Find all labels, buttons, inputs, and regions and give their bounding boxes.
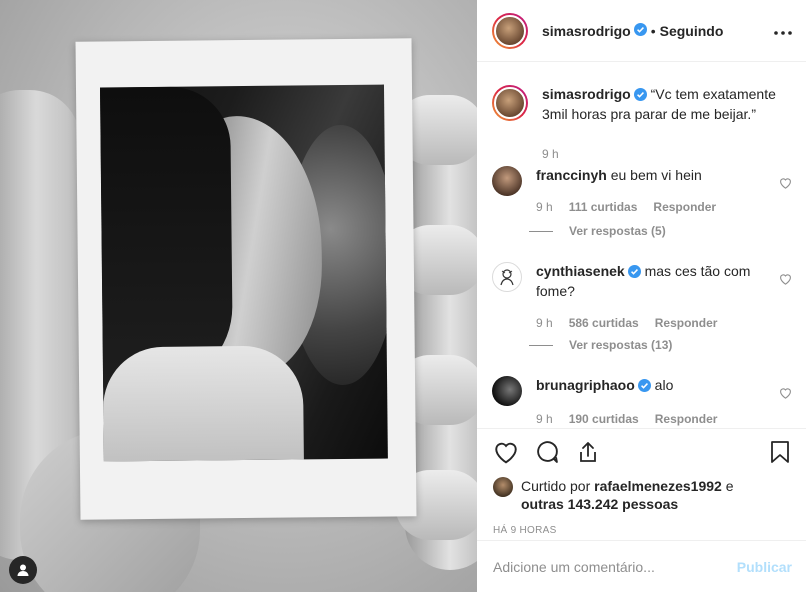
author-username[interactable]: simasrodrigo bbox=[542, 23, 631, 39]
view-replies-label: Ver respostas (13) bbox=[569, 338, 673, 352]
likes-conjunction: e bbox=[725, 478, 734, 494]
reply-button[interactable]: Responder bbox=[653, 198, 716, 216]
comment-likes[interactable]: 190 curtidas bbox=[569, 410, 639, 428]
publish-button[interactable]: Publicar bbox=[737, 559, 792, 575]
comment-time[interactable]: 9 h bbox=[536, 198, 553, 216]
comment-username[interactable]: cynthiasenek bbox=[536, 263, 625, 279]
comment-avatar[interactable] bbox=[492, 166, 522, 196]
comment-item: cynthiasenek mas ces tão com fome? 9 h 5… bbox=[492, 262, 792, 332]
like-heart-icon[interactable] bbox=[493, 440, 519, 467]
comment-username[interactable]: brunagriphaoo bbox=[536, 377, 635, 393]
comment-text: eu bem vi hein bbox=[610, 167, 702, 183]
more-options-icon[interactable] bbox=[774, 22, 792, 40]
comment-item: brunagriphaoo alo 9 h 190 curtidas Respo… bbox=[492, 376, 792, 428]
comment-input[interactable] bbox=[493, 558, 737, 575]
like-comment-heart-icon[interactable] bbox=[779, 386, 792, 402]
header-separator: • bbox=[650, 22, 656, 39]
reply-button[interactable]: Responder bbox=[655, 314, 718, 332]
caption: simasrodrigo “Vc tem exatamente 3mil hor… bbox=[492, 85, 792, 163]
verified-badge-icon bbox=[633, 87, 647, 105]
following-button[interactable]: Seguindo bbox=[660, 23, 724, 39]
replies-line bbox=[529, 230, 553, 232]
user-tag-icon[interactable] bbox=[9, 556, 37, 584]
liker-username[interactable]: rafaelmenezes1992 bbox=[594, 478, 722, 494]
comment-time[interactable]: 9 h bbox=[536, 410, 553, 428]
post-side-panel: simasrodrigo • Seguindo simasrodrigo “Vc… bbox=[477, 0, 806, 592]
post-header: simasrodrigo • Seguindo bbox=[477, 0, 806, 62]
photo-person-hair bbox=[99, 86, 234, 388]
likes-summary: Curtido por rafaelmenezes1992 e outras 1… bbox=[493, 477, 790, 513]
liker-avatar[interactable] bbox=[493, 477, 513, 497]
comment-likes[interactable]: 586 curtidas bbox=[569, 314, 639, 332]
view-replies-button[interactable]: Ver respostas (5) bbox=[529, 224, 666, 238]
like-comment-heart-icon[interactable] bbox=[779, 272, 792, 288]
like-comment-heart-icon[interactable] bbox=[779, 176, 792, 192]
caption-time[interactable]: 9 h bbox=[542, 145, 559, 163]
bookmark-icon[interactable] bbox=[770, 440, 790, 467]
caption-username[interactable]: simasrodrigo bbox=[542, 86, 631, 102]
comment-username[interactable]: franccinyh bbox=[536, 167, 607, 183]
reply-button[interactable]: Responder bbox=[655, 410, 718, 428]
comment-bubble-icon[interactable] bbox=[535, 439, 560, 467]
view-replies-button[interactable]: Ver respostas (13) bbox=[529, 338, 672, 352]
post-timestamp[interactable]: HÁ 9 HORAS bbox=[493, 525, 790, 536]
post-photo[interactable] bbox=[0, 0, 477, 592]
verified-badge-icon bbox=[633, 22, 647, 39]
author-avatar[interactable] bbox=[492, 12, 528, 49]
likes-prefix: Curtido por bbox=[521, 478, 591, 494]
likes-others[interactable]: outras 143.242 pessoas bbox=[521, 496, 678, 512]
share-icon[interactable] bbox=[576, 440, 600, 467]
replies-line bbox=[529, 344, 553, 346]
comment-time[interactable]: 9 h bbox=[536, 314, 553, 332]
verified-badge-icon bbox=[627, 264, 641, 282]
comment-item: franccinyh eu bem vi hein 9 h 111 curtid… bbox=[492, 166, 792, 216]
polaroid-frame bbox=[75, 38, 417, 520]
comment-text: alo bbox=[654, 377, 674, 393]
comment-avatar[interactable] bbox=[492, 262, 522, 292]
photo-person-shirt bbox=[102, 345, 304, 462]
view-replies-label: Ver respostas (5) bbox=[569, 224, 666, 238]
post-actions: Curtido por rafaelmenezes1992 e outras 1… bbox=[477, 428, 806, 538]
comment-avatar[interactable] bbox=[492, 376, 522, 406]
caption-avatar[interactable] bbox=[492, 85, 528, 121]
comment-likes[interactable]: 111 curtidas bbox=[569, 198, 638, 216]
add-comment-bar: Publicar bbox=[477, 540, 806, 592]
comments-list[interactable]: simasrodrigo “Vc tem exatamente 3mil hor… bbox=[477, 63, 806, 428]
verified-badge-icon bbox=[637, 378, 651, 396]
polaroid-picture bbox=[99, 84, 388, 462]
